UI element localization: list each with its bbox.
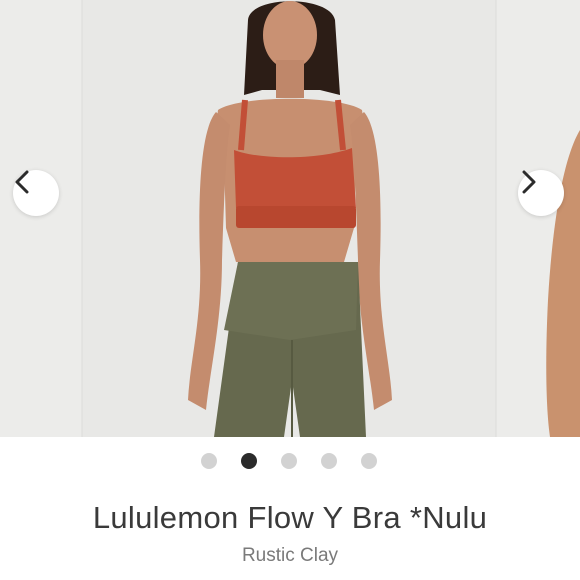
chevron-left-icon [15, 170, 29, 194]
product-color-name: Rustic Clay [241, 545, 339, 566]
pagination-dot-5[interactable] [361, 453, 377, 469]
pagination-dot-3[interactable] [281, 453, 297, 469]
chevron-right-icon [522, 170, 536, 194]
product-image-carousel[interactable] [0, 0, 580, 437]
product-title: Lululemon Flow Y Bra *Nulu [92, 500, 488, 535]
carousel-pagination [0, 453, 580, 471]
pagination-dot-1[interactable] [201, 453, 217, 469]
product-photo [0, 0, 580, 437]
pagination-dot-4[interactable] [321, 453, 337, 469]
previous-image-button[interactable] [13, 170, 59, 216]
pagination-dot-2[interactable] [241, 453, 257, 469]
next-image-button[interactable] [518, 170, 564, 216]
